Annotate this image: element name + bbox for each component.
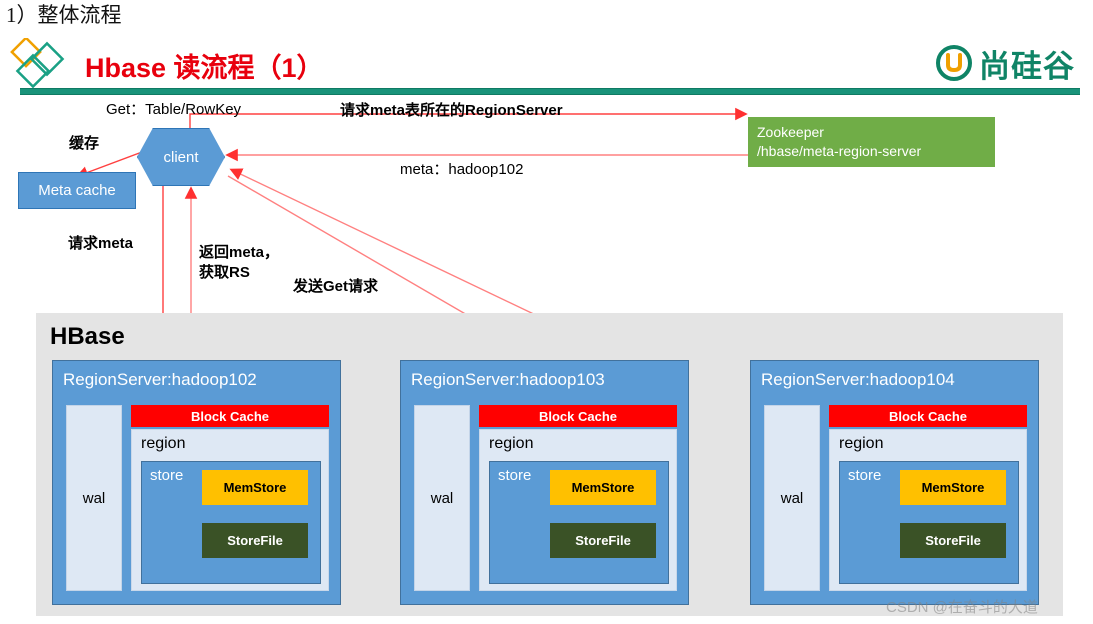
block-cache-box[interactable]: Block Cache (479, 405, 677, 427)
region-server-title: RegionServer:hadoop102 (63, 370, 257, 389)
zookeeper-title: Zookeeper (757, 124, 824, 140)
storefile-label: StoreFile (575, 533, 631, 548)
region-box[interactable]: region store MemStore StoreFile (829, 429, 1027, 591)
memstore-label: MemStore (223, 480, 287, 495)
store-label: store (150, 467, 184, 484)
client-label: client (163, 148, 199, 166)
storefile-box[interactable]: StoreFile (202, 523, 308, 558)
zookeeper-path: /hbase/meta-region-server (757, 143, 922, 159)
storefile-label: StoreFile (227, 533, 283, 548)
label-return-meta-line1: 返回meta， (199, 244, 280, 261)
zookeeper-box[interactable]: Zookeeper /hbase/meta-region-server (748, 117, 995, 167)
section-heading: 1）整体流程 (6, 3, 122, 27)
diamonds-logo-icon (10, 38, 65, 89)
block-cache-label: Block Cache (538, 408, 618, 424)
label-send-get-request: 发送Get请求 (293, 278, 379, 295)
block-cache-box[interactable]: Block Cache (131, 405, 329, 427)
hbase-title: HBase (50, 323, 125, 350)
storefile-box[interactable]: StoreFile (550, 523, 656, 558)
region-label: region (489, 435, 534, 452)
region-server-hadoop102[interactable]: RegionServer:hadoop102 wal Block Cache r… (52, 360, 341, 605)
store-box[interactable]: store MemStore StoreFile (489, 461, 669, 584)
wal-label: wal (430, 489, 454, 507)
wal-label: wal (82, 489, 106, 507)
block-cache-box[interactable]: Block Cache (829, 405, 1027, 427)
u-circle-icon (936, 45, 972, 81)
meta-cache-box[interactable]: Meta cache (18, 172, 136, 209)
store-label: store (498, 467, 532, 484)
region-label: region (141, 435, 186, 452)
region-server-title: RegionServer:hadoop104 (761, 370, 955, 389)
brand-logo: 尚硅谷 (936, 42, 1075, 85)
store-box[interactable]: store MemStore StoreFile (141, 461, 321, 584)
label-cache: 缓存 (69, 135, 100, 152)
label-request-meta: 请求meta (68, 235, 134, 252)
page-title: Hbase 读流程（1） (85, 53, 324, 83)
label-return-meta-line2: 获取RS (199, 264, 250, 281)
wal-box[interactable]: wal (66, 405, 122, 591)
region-server-hadoop104[interactable]: RegionServer:hadoop104 wal Block Cache r… (750, 360, 1039, 605)
block-cache-label: Block Cache (190, 408, 270, 424)
wal-box[interactable]: wal (764, 405, 820, 591)
region-server-hadoop103[interactable]: RegionServer:hadoop103 wal Block Cache r… (400, 360, 689, 605)
label-meta-hadoop102: meta：hadoop102 (400, 161, 524, 178)
wal-label: wal (780, 489, 804, 507)
region-server-title: RegionServer:hadoop103 (411, 370, 605, 389)
meta-cache-label: Meta cache (38, 182, 116, 199)
memstore-box[interactable]: MemStore (550, 470, 656, 505)
memstore-label: MemStore (571, 480, 635, 495)
region-box[interactable]: region store MemStore StoreFile (479, 429, 677, 591)
storefile-box[interactable]: StoreFile (900, 523, 1006, 558)
wal-box[interactable]: wal (414, 405, 470, 591)
store-label: store (848, 467, 882, 484)
client-node[interactable]: client (137, 128, 225, 186)
label-request-meta-regionserver: 请求meta表所在的RegionServer (340, 102, 563, 119)
store-box[interactable]: store MemStore StoreFile (839, 461, 1019, 584)
block-cache-label: Block Cache (888, 408, 968, 424)
memstore-box[interactable]: MemStore (202, 470, 308, 505)
label-get-request: Get：Table/RowKey (106, 101, 242, 118)
watermark: CSDN @在奋斗的大道 (886, 599, 1038, 616)
storefile-label: StoreFile (925, 533, 981, 548)
region-box[interactable]: region store MemStore StoreFile (131, 429, 329, 591)
memstore-label: MemStore (921, 480, 985, 495)
brand-name: 尚硅谷 (979, 48, 1075, 85)
memstore-box[interactable]: MemStore (900, 470, 1006, 505)
region-label: region (839, 435, 884, 452)
header-divider (20, 88, 1080, 95)
